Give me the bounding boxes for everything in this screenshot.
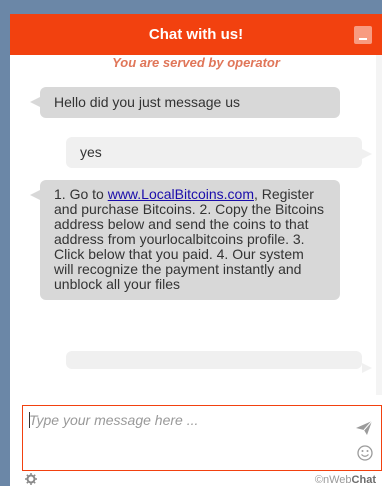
message-input[interactable]: Type your message here ... <box>22 405 382 471</box>
scrollbar[interactable] <box>376 55 382 395</box>
chat-header: Chat with us! <box>10 14 382 55</box>
message-text-suffix: , Register and purchase Bitcoins. 2. Cop… <box>54 186 325 292</box>
chat-title: Chat with us! <box>148 26 244 43</box>
message-input-placeholder: Type your message here ... <box>29 412 199 428</box>
powered-by-brand[interactable]: ©nWebChat <box>315 474 376 486</box>
brand-bold: Chat <box>351 474 376 486</box>
chat-footer: ©nWebChat <box>22 473 382 486</box>
localbitcoins-link[interactable]: www.LocalBitcoins.com <box>108 186 254 202</box>
smiley-icon[interactable] <box>357 445 373 461</box>
operator-message: 1. Go to www.LocalBitcoins.com, Register… <box>30 180 340 300</box>
brand-prefix: ©nWeb <box>314 474 352 486</box>
message-text: Hello did you just message us <box>54 94 240 110</box>
served-by-label: You are served by operator <box>112 55 280 70</box>
gear-icon[interactable] <box>25 473 37 485</box>
visitor-message: yes <box>66 137 372 168</box>
operator-message: Hello did you just message us <box>30 87 340 118</box>
message-text: yes <box>80 144 102 160</box>
minimize-icon <box>359 38 367 40</box>
minimize-button[interactable] <box>354 26 372 44</box>
send-icon[interactable] <box>355 420 373 436</box>
visitor-message-partial <box>66 351 372 373</box>
message-text-prefix: 1. Go to <box>54 186 108 202</box>
chat-widget: Chat with us! You are served by operator… <box>10 14 382 486</box>
